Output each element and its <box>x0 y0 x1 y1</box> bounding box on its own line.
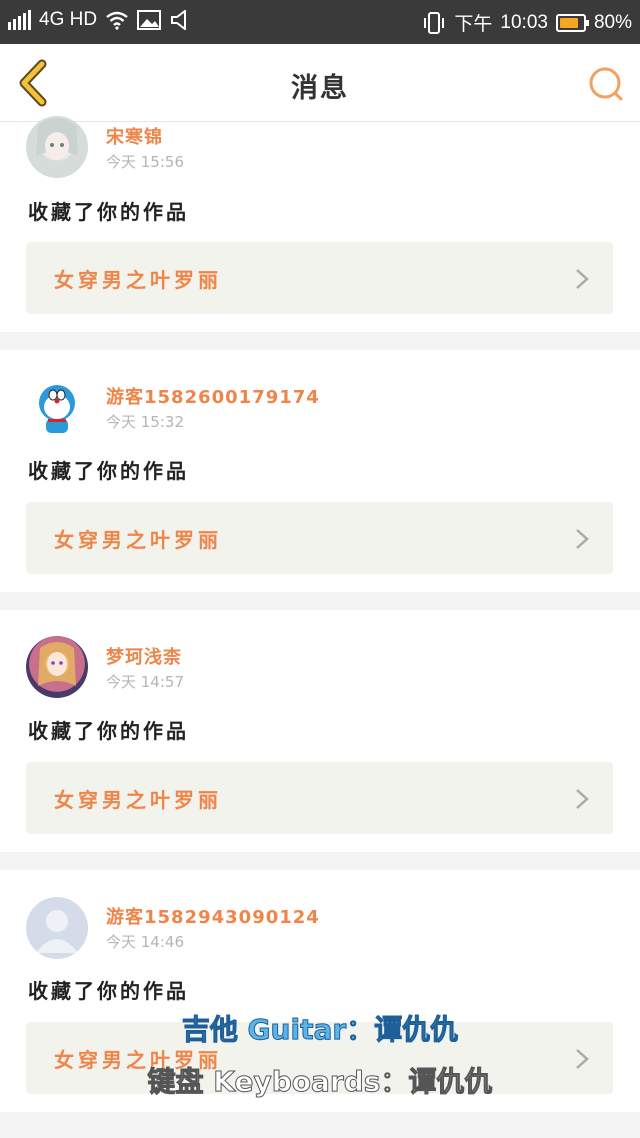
user-name[interactable]: 游客1582943090124 <box>106 903 320 929</box>
app-header: 消息 <box>0 44 640 122</box>
message-card: 宋寒锦 今天 15:56 收藏了你的作品 女穿男之叶罗丽 <box>0 116 640 332</box>
page-title: 消息 <box>291 73 349 104</box>
message-time: 今天 14:57 <box>106 673 184 691</box>
doraemon-avatar[interactable] <box>26 377 88 439</box>
work-link[interactable]: 女穿男之叶罗丽 <box>26 762 613 834</box>
battery-label: 80% <box>593 11 632 33</box>
anime-girl-avatar[interactable] <box>26 116 88 178</box>
message-action: 收藏了你的作品 <box>28 719 189 743</box>
user-name[interactable]: 游客1582600179174 <box>106 383 320 409</box>
work-link[interactable]: 女穿男之叶罗丽 <box>26 502 613 574</box>
speaker-icon <box>171 10 187 30</box>
work-title: 女穿男之叶罗丽 <box>54 528 222 552</box>
work-title: 女穿男之叶罗丽 <box>54 788 222 812</box>
message-action: 收藏了你的作品 <box>28 459 189 483</box>
chevron-right-icon <box>576 789 589 809</box>
network-label: 4G HD <box>39 9 98 30</box>
vibrate-icon <box>424 11 445 34</box>
message-action: 收藏了你的作品 <box>28 200 189 224</box>
message-action: 收藏了你的作品 <box>28 979 189 1003</box>
subtitle-line-2: 键盘 Keyboards：谭仇仇 <box>147 1065 493 1099</box>
message-time: 今天 15:56 <box>106 153 184 171</box>
wifi-icon <box>106 11 128 30</box>
subtitle-line-1: 吉他 Guitar：谭仇仇 <box>181 1013 459 1047</box>
image-icon <box>137 10 162 30</box>
user-name[interactable]: 宋寒锦 <box>106 123 163 149</box>
user-name[interactable]: 梦珂浅柰 <box>106 643 182 669</box>
chevron-right-icon <box>576 269 589 289</box>
ampm-label: 下午 <box>454 14 493 35</box>
clock-label: 10:03 <box>500 11 548 33</box>
message-card: 游客1582600179174 今天 15:32 收藏了你的作品 女穿男之叶罗丽 <box>0 350 640 592</box>
message-time: 今天 14:46 <box>106 933 184 951</box>
status-bar: 4G HD 下午 10:03 80% <box>0 0 640 44</box>
search-icon[interactable] <box>586 64 626 104</box>
message-card: 梦珂浅柰 今天 14:57 收藏了你的作品 女穿男之叶罗丽 <box>0 610 640 852</box>
work-title: 女穿男之叶罗丽 <box>54 268 222 292</box>
signal-icon <box>8 10 31 30</box>
chevron-right-icon <box>576 529 589 549</box>
message-time: 今天 15:32 <box>106 413 184 431</box>
battery-icon <box>555 13 589 32</box>
anime-girl-avatar[interactable] <box>26 636 88 698</box>
work-link[interactable]: 女穿男之叶罗丽 <box>26 242 613 314</box>
default-user-avatar[interactable] <box>26 897 88 959</box>
